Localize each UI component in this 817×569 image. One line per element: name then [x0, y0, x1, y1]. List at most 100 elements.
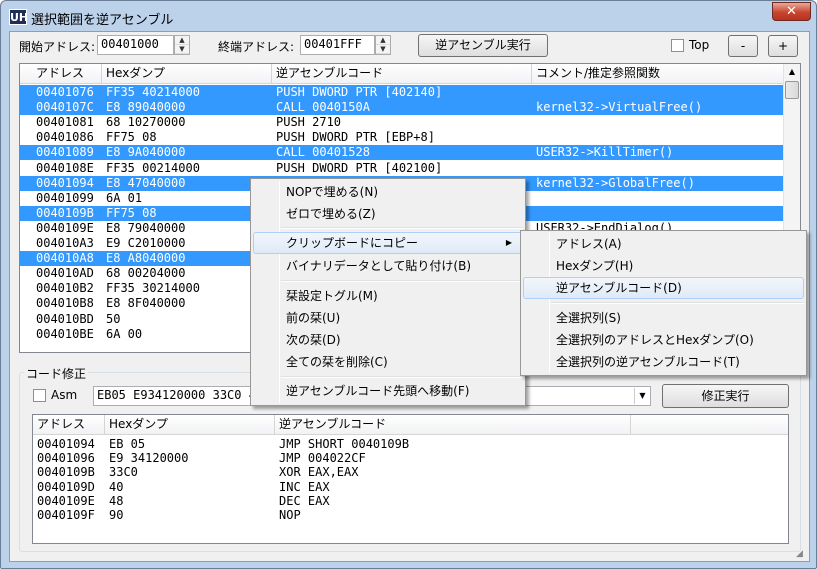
cell-hex: E9 34120000: [109, 451, 189, 466]
cell-code: PUSH DWORD PTR [EBP+8]: [276, 130, 435, 145]
table-row[interactable]: 0040109F 90 NOP: [33, 508, 788, 523]
table-row[interactable]: 00401081 68 10270000 PUSH 2710: [20, 115, 784, 130]
list-header: アドレス Hexダンプ 逆アセンブルコード コメント/推定参照関数: [20, 64, 784, 84]
cell-addr: 00401086: [36, 130, 94, 145]
top-label: Top: [689, 38, 710, 52]
cell-hex: 50: [106, 311, 121, 326]
submenu-item-address[interactable]: アドレス(A): [523, 233, 804, 255]
spin-up-icon[interactable]: ▲: [376, 36, 390, 45]
column-header-comment[interactable]: コメント/推定参照関数: [532, 64, 784, 84]
menu-item-fill-nop[interactable]: NOPで埋める(N): [253, 181, 523, 203]
cell-addr: 004010BD: [36, 311, 94, 326]
close-button[interactable]: ✕: [772, 2, 811, 21]
spin-down-icon[interactable]: ▼: [175, 45, 189, 54]
menu-separator: [281, 227, 523, 229]
table-row[interactable]: 00401094 EB 05 JMP SHORT 0040109B: [33, 437, 788, 452]
menu-item-prev-bookmark[interactable]: 前の栞(U): [253, 307, 523, 329]
patch-column-extra[interactable]: [631, 415, 788, 435]
cell-code: PUSH DWORD PTR [402100]: [276, 160, 443, 175]
table-row[interactable]: 0040109B 33C0 XOR EAX,EAX: [33, 465, 788, 480]
submenu-item-hex[interactable]: Hexダンプ(H): [523, 255, 804, 277]
cell-hex: EB 05: [109, 437, 146, 451]
menu-item-paste-binary[interactable]: バイナリデータとして貼り付け(B): [253, 255, 523, 277]
cell-hex: 48: [109, 493, 124, 508]
submenu-item-all-disasm[interactable]: 全選択列の逆アセンブルコード(T): [523, 351, 804, 373]
scroll-up-icon[interactable]: ▲: [784, 64, 800, 80]
cell-code: DEC EAX: [279, 493, 330, 508]
cell-hex: FF75 08: [106, 205, 157, 220]
cell-addr: 004010A3: [36, 236, 94, 250]
cell-addr: 00401081: [36, 115, 94, 130]
menu-item-clear-bookmarks[interactable]: 全ての栞を削除(C): [253, 351, 523, 373]
cell-addr: 004010B8: [36, 296, 94, 311]
submenu-item-disasm[interactable]: 逆アセンブルコード(D): [523, 277, 804, 299]
patch-column-code[interactable]: 逆アセンブルコード: [275, 415, 631, 435]
menu-item-next-bookmark[interactable]: 次の栞(D): [253, 329, 523, 351]
table-row[interactable]: 00401086 FF75 08 PUSH DWORD PTR [EBP+8]: [20, 130, 784, 145]
copy-submenu: アドレス(A) Hexダンプ(H) 逆アセンブルコード(D) 全選択列(S) 全…: [520, 230, 807, 376]
table-row[interactable]: 0040108E FF35 00214000 PUSH DWORD PTR [402…: [20, 161, 784, 176]
cell-hex: E8 79040000: [106, 220, 186, 235]
table-row[interactable]: 0040109E 48 DEC EAX: [33, 493, 788, 509]
cell-addr: 00401076: [36, 85, 94, 99]
cell-hex: 90: [109, 508, 124, 522]
spin-up-icon[interactable]: ▲: [175, 36, 189, 45]
menu-item-bookmark-toggle[interactable]: 栞設定トグル(M): [253, 285, 523, 307]
table-row[interactable]: 0040109D 40 INC EAX: [33, 479, 788, 495]
cell-addr: 00401094: [37, 437, 95, 451]
cell-addr: 00401094: [36, 175, 94, 190]
column-header-hex[interactable]: Hexダンプ: [102, 64, 272, 84]
cell-addr: 0040108E: [36, 160, 94, 175]
chevron-down-icon[interactable]: ▼: [634, 388, 650, 404]
cell-addr: 0040109D: [37, 479, 95, 494]
cell-hex: 6A 01: [106, 190, 143, 205]
patch-result-list[interactable]: アドレス Hexダンプ 逆アセンブルコード 00401094 EB 05 JMP S…: [32, 414, 789, 544]
apply-patch-button[interactable]: 修正実行: [662, 384, 789, 408]
submenu-item-all-columns[interactable]: 全選択列(S): [523, 307, 804, 329]
zoom-in-button[interactable]: +: [768, 35, 798, 57]
cell-addr: 004010AD: [36, 266, 94, 281]
start-address-spinner[interactable]: ▲ ▼: [174, 35, 190, 55]
asm-checkbox[interactable]: [33, 389, 46, 402]
cell-hex: FF35 40214000: [106, 85, 200, 99]
start-address-input[interactable]: 00401000: [97, 35, 174, 55]
end-address-spinner[interactable]: ▲ ▼: [375, 35, 391, 55]
cell-hex: FF35 30214000: [106, 281, 200, 296]
table-row[interactable]: 00401096 E9 34120000 JMP 004022CF: [33, 451, 788, 466]
end-address-input[interactable]: 00401FFF: [300, 35, 375, 55]
cell-addr: 00401096: [37, 451, 95, 466]
cell-code: CALL 0040150A: [276, 100, 370, 115]
table-row[interactable]: 0040107C E8 89040000 CALL 0040150A kernel32…: [20, 100, 784, 116]
patch-column-address[interactable]: アドレス: [33, 415, 105, 435]
table-row[interactable]: 00401089 E8 9A040000 CALL 00401528 USER32->…: [20, 145, 784, 161]
spin-down-icon[interactable]: ▼: [376, 45, 390, 54]
column-header-code[interactable]: 逆アセンブルコード: [272, 64, 532, 84]
column-header-address[interactable]: アドレス: [20, 64, 102, 84]
cell-code: JMP SHORT 0040109B: [279, 437, 410, 451]
cell-hex: FF75 08: [106, 130, 157, 145]
top-checkbox[interactable]: [671, 39, 684, 52]
menu-item-copy-clipboard[interactable]: クリップボードにコピー ▶: [253, 232, 523, 254]
menu-item-goto-code-start[interactable]: 逆アセンブルコード先頭へ移動(F): [253, 380, 523, 402]
zoom-out-button[interactable]: -: [728, 35, 758, 57]
cell-hex: E8 A8040000: [106, 251, 186, 266]
table-row[interactable]: 00401076 FF35 40214000 PUSH DWORD PTR [402…: [20, 85, 784, 100]
cell-addr: 0040109F: [37, 508, 95, 522]
cell-code: XOR EAX,EAX: [279, 465, 359, 480]
menu-item-fill-zero[interactable]: ゼロで埋める(Z): [253, 203, 523, 225]
cell-code: PUSH DWORD PTR [402140]: [276, 85, 443, 99]
cell-code: NOP: [279, 508, 301, 522]
cell-hex: 68 10270000: [106, 115, 186, 130]
submenu-item-all-addr-hex[interactable]: 全選択列のアドレスとHexダンプ(O): [523, 329, 804, 351]
cell-comment: kernel32->VirtualFree(): [536, 100, 703, 115]
submenu-arrow-icon: ▶: [505, 238, 512, 247]
resize-grip-icon[interactable]: ◢: [796, 548, 808, 560]
scroll-thumb[interactable]: [785, 81, 799, 99]
cell-hex: E8 8F040000: [106, 296, 186, 311]
menu-item-copy-label: クリップボードにコピー: [286, 236, 419, 250]
end-address-label: 終端アドレス:: [218, 40, 295, 54]
title-bar[interactable]: UH 選択範囲を逆アセンブル ✕: [1, 1, 816, 31]
patch-column-hex[interactable]: Hexダンプ: [105, 415, 275, 435]
disassemble-button[interactable]: 逆アセンブル実行: [418, 34, 548, 57]
cell-hex: 40: [109, 479, 124, 494]
